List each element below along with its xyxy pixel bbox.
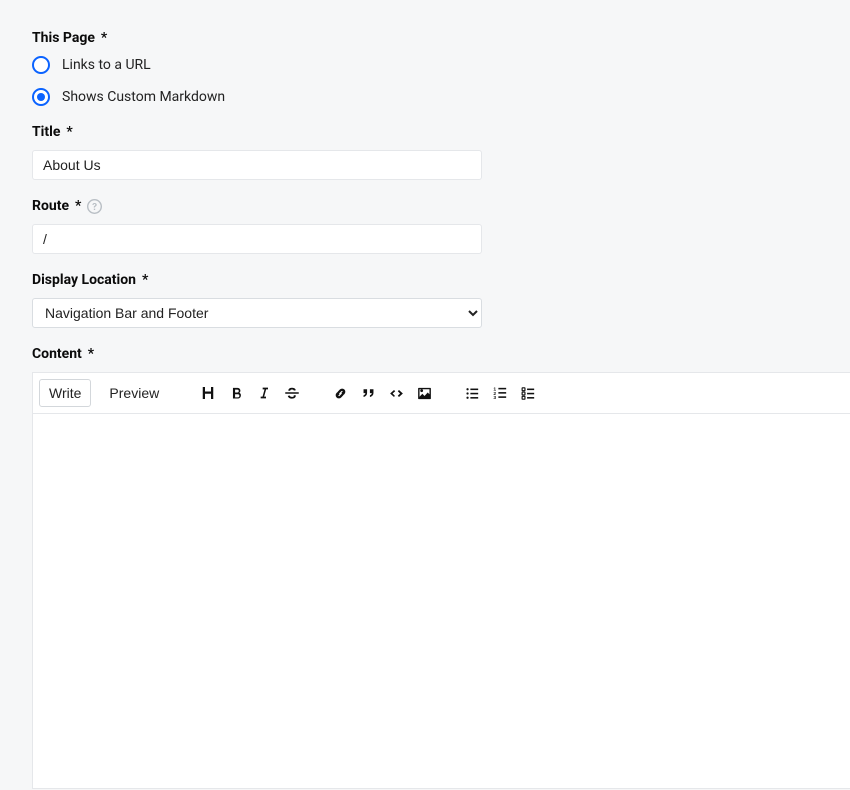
help-icon[interactable]: [87, 199, 102, 214]
content-required: *: [88, 346, 94, 362]
route-label: Route *: [32, 198, 818, 214]
toolbar-text-group: [199, 384, 301, 402]
this-page-group: This Page * Links to a URL Shows Custom …: [32, 30, 818, 106]
this-page-options: Links to a URL Shows Custom Markdown: [32, 56, 818, 106]
radio-links-to-url[interactable]: Links to a URL: [32, 56, 818, 74]
content-label: Content *: [32, 346, 818, 362]
radio-shows-custom-markdown-label: Shows Custom Markdown: [62, 89, 225, 105]
italic-icon[interactable]: [255, 384, 273, 402]
this-page-label: This Page *: [32, 30, 818, 46]
task-list-icon[interactable]: [519, 384, 537, 402]
ordered-list-icon[interactable]: 123: [491, 384, 509, 402]
strikethrough-icon[interactable]: [283, 384, 301, 402]
title-input[interactable]: [32, 150, 482, 180]
link-icon[interactable]: [331, 384, 349, 402]
route-required: *: [75, 198, 81, 214]
markdown-editor: Write Preview: [32, 372, 850, 789]
tab-write[interactable]: Write: [39, 379, 91, 407]
image-icon[interactable]: [415, 384, 433, 402]
title-label: Title *: [32, 124, 818, 140]
this-page-label-text: This Page: [32, 30, 95, 46]
unordered-list-icon[interactable]: [463, 384, 481, 402]
tab-preview[interactable]: Preview: [99, 379, 169, 407]
toolbar-insert-group: [331, 384, 433, 402]
title-group: Title *: [32, 124, 818, 180]
radio-icon-unchecked: [32, 56, 50, 74]
route-label-text: Route: [32, 198, 69, 214]
svg-text:3: 3: [493, 395, 496, 401]
title-required: *: [66, 124, 72, 140]
display-location-group: Display Location * Navigation Bar and Fo…: [32, 272, 818, 328]
title-label-text: Title: [32, 124, 60, 140]
content-textarea[interactable]: [33, 414, 850, 784]
radio-links-to-url-label: Links to a URL: [62, 57, 151, 73]
content-label-text: Content: [32, 346, 82, 362]
heading-icon[interactable]: [199, 384, 217, 402]
display-location-label: Display Location *: [32, 272, 818, 288]
route-group: Route *: [32, 198, 818, 254]
toolbar-list-group: 123: [463, 384, 537, 402]
quote-icon[interactable]: [359, 384, 377, 402]
display-location-label-text: Display Location: [32, 272, 136, 288]
editor-toolbar: Write Preview: [33, 373, 850, 414]
radio-shows-custom-markdown[interactable]: Shows Custom Markdown: [32, 88, 818, 106]
route-input[interactable]: [32, 224, 482, 254]
radio-icon-checked: [32, 88, 50, 106]
content-group: Content * Write Preview: [32, 346, 818, 789]
display-location-required: *: [142, 272, 148, 288]
this-page-required: *: [101, 30, 107, 46]
bold-icon[interactable]: [227, 384, 245, 402]
code-icon[interactable]: [387, 384, 405, 402]
display-location-select[interactable]: Navigation Bar and Footer: [32, 298, 482, 328]
